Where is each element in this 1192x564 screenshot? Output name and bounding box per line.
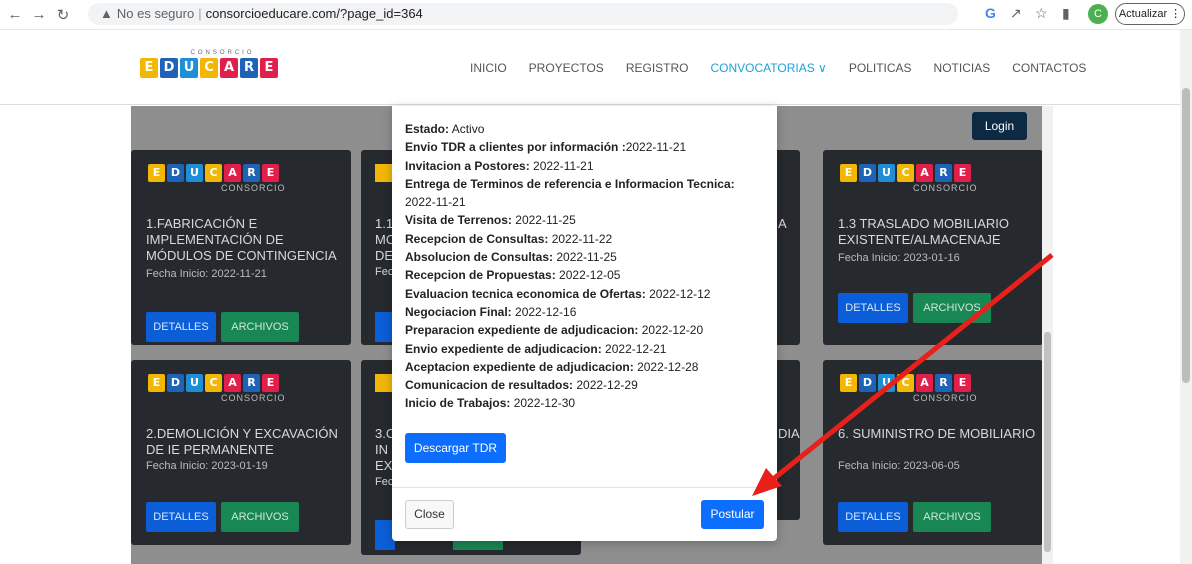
annotation-arrow bbox=[752, 253, 1054, 496]
arrow-head bbox=[752, 468, 782, 496]
arrow-line bbox=[770, 253, 1054, 482]
